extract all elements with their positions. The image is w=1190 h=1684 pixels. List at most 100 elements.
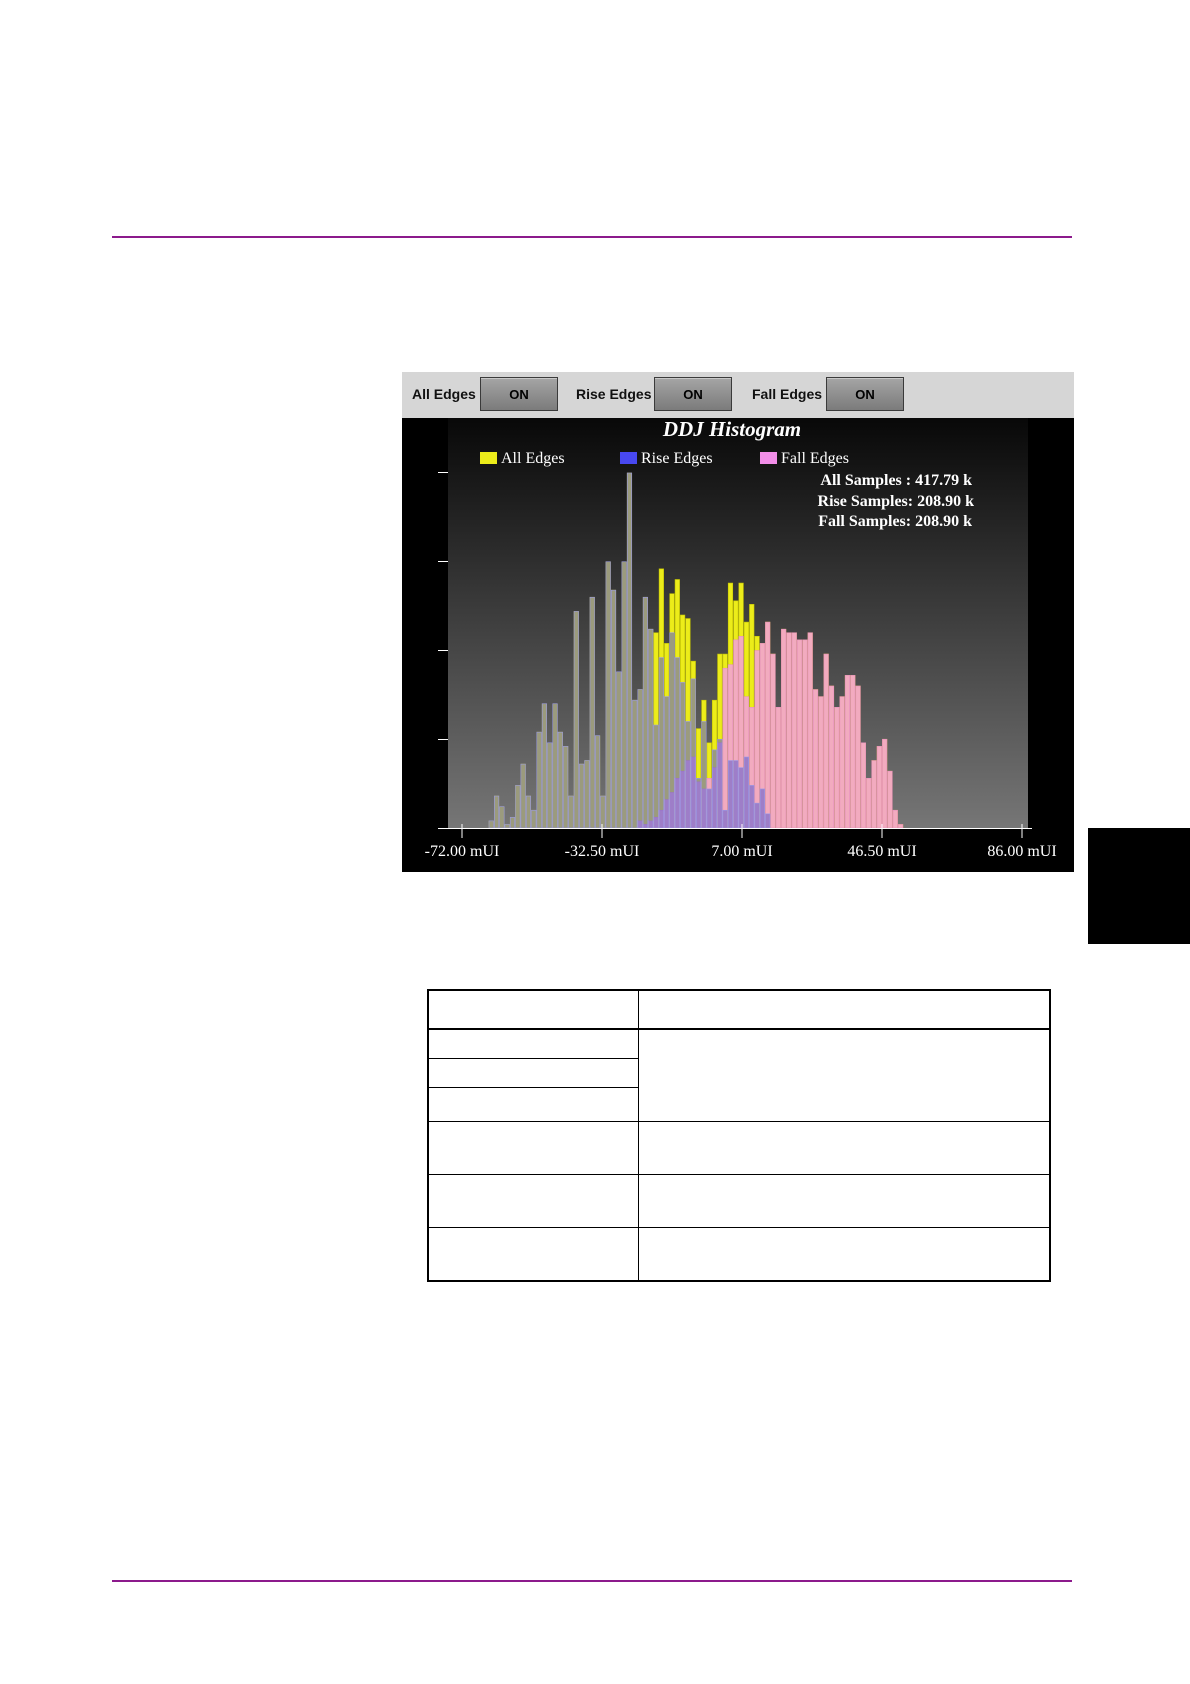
rise-edges-bar — [552, 703, 558, 829]
rise-edges-bar — [531, 809, 537, 829]
table-cell-merged — [638, 1028, 1051, 1122]
chapter-tab — [1088, 828, 1190, 944]
fall-edges-bar — [818, 696, 824, 829]
table-row — [427, 1121, 1051, 1175]
rise-edges-bar — [509, 817, 516, 829]
fall-edges-bar — [876, 746, 882, 829]
rise-edges-bar — [669, 632, 675, 829]
chart-title: DDJ Histogram — [662, 418, 801, 441]
rise-edges-bar — [733, 760, 739, 829]
rise-samples-stat: Rise Samples: 208.90 k — [818, 493, 975, 510]
all-edges-label: All Edges — [412, 386, 476, 402]
rise-edges-toggle-button[interactable]: ON — [654, 377, 732, 411]
table-cell — [427, 1121, 639, 1175]
legend-label-fall-edges: Fall Edges — [781, 450, 849, 467]
rise-edges-bar — [642, 596, 648, 829]
rise-edges-bar — [579, 763, 585, 829]
histogram-toolbar: All Edges ON Rise Edges ON Fall Edges ON — [402, 372, 1074, 419]
table-row — [427, 1174, 1051, 1228]
rise-edges-bar — [616, 671, 622, 829]
rise-edges-bar — [541, 703, 547, 829]
fall-edges-bar — [812, 689, 819, 829]
rise-edges-bar — [499, 806, 505, 829]
rise-edges-bar — [494, 795, 500, 829]
rise-edges-bar — [600, 795, 606, 829]
fall-edges-label: Fall Edges — [752, 386, 823, 402]
x-tick-label: 7.00 mUI — [711, 843, 772, 860]
footer-rule — [112, 1580, 1072, 1582]
fall-edges-bar — [781, 628, 787, 829]
rise-edges-bar — [701, 721, 707, 829]
description-table — [427, 989, 1051, 1282]
fall-edges-bar — [765, 621, 771, 829]
all-edges-toggle-button[interactable]: ON — [480, 377, 558, 411]
fall-edges-bar — [887, 770, 893, 829]
rise-edges-bar — [653, 724, 659, 829]
fall-edges-bar — [871, 760, 877, 829]
table-cell — [427, 1174, 639, 1228]
table-row — [427, 1028, 1051, 1122]
rise-edges-bar — [525, 795, 532, 829]
rise-edges-bar — [658, 657, 664, 829]
fall-edges-bar — [823, 653, 829, 829]
table-cell — [427, 1087, 639, 1122]
rise-edges-bar — [690, 678, 696, 829]
fall-edges-bar — [786, 632, 792, 829]
fall-edges-bar — [892, 809, 898, 829]
legend-swatch-fall-edges — [760, 452, 777, 464]
legend-label-rise-edges: Rise Edges — [641, 450, 713, 467]
table-cell — [427, 1058, 639, 1088]
fall-edges-bar — [807, 632, 813, 829]
x-tick-label: 86.00 mUI — [987, 843, 1056, 860]
rise-edges-bar — [584, 760, 590, 829]
rise-edges-bar — [610, 589, 617, 829]
rise-edges-bar — [515, 785, 521, 829]
rise-edges-bar — [568, 795, 574, 829]
rise-edges-bar — [685, 721, 691, 829]
rise-edges-bar — [754, 802, 760, 829]
rise-edges-bar — [637, 689, 643, 829]
fall-edges-bar — [770, 653, 776, 829]
rise-edges-bar — [605, 561, 611, 829]
fall-edges-bar — [866, 777, 872, 829]
rise-edges-bar — [504, 824, 510, 829]
fall-edges-toggle-button[interactable]: ON — [826, 377, 904, 411]
rise-edges-bar — [621, 561, 627, 829]
x-tick-label: -72.00 mUI — [425, 843, 500, 860]
rise-edges-bar — [717, 738, 723, 829]
table-row — [427, 1227, 1051, 1282]
rise-edges-bar — [648, 628, 654, 829]
fall-edges-bar — [850, 675, 856, 829]
fall-edges-bar — [722, 667, 728, 829]
rise-edges-bar — [680, 682, 686, 829]
x-tick-label: 46.50 mUI — [847, 843, 916, 860]
rise-edges-bar — [520, 763, 526, 829]
ddj-histogram-svg: DDJ Histogram All Edges Rise Edges Fall … — [425, 418, 1057, 860]
fall-edges-bar — [834, 706, 840, 829]
fall-edges-bar — [855, 685, 861, 829]
rise-edges-bar — [536, 731, 542, 829]
rise-edges-bar — [626, 472, 633, 829]
rise-edges-bar — [749, 785, 755, 829]
fall-edges-bar — [754, 650, 760, 829]
rise-edges-bar — [765, 813, 771, 829]
table-header-row — [427, 989, 1051, 1030]
fall-edges-bar — [797, 639, 803, 829]
legend-swatch-all-edges — [480, 452, 497, 464]
all-samples-stat: All Samples : 417.79 k — [820, 472, 972, 489]
rise-edges-bar — [711, 749, 718, 829]
ddj-histogram-chart: DDJ Histogram All Edges Rise Edges Fall … — [402, 418, 1074, 872]
table-cell — [638, 1227, 1051, 1282]
rise-edges-label: Rise Edges — [576, 386, 652, 402]
fall-edges-bar — [882, 738, 888, 829]
fall-edges-bar — [839, 696, 845, 829]
x-tick-label: -32.50 mUI — [565, 843, 640, 860]
table-cell — [638, 1121, 1051, 1175]
table-cell — [427, 989, 639, 1030]
table-cell — [638, 989, 1051, 1030]
rise-edges-bar — [759, 788, 765, 829]
table-cell — [638, 1174, 1051, 1228]
rise-edges-bar — [727, 760, 734, 829]
table-cell — [427, 1227, 639, 1282]
legend-label-all-edges: All Edges — [501, 450, 565, 467]
